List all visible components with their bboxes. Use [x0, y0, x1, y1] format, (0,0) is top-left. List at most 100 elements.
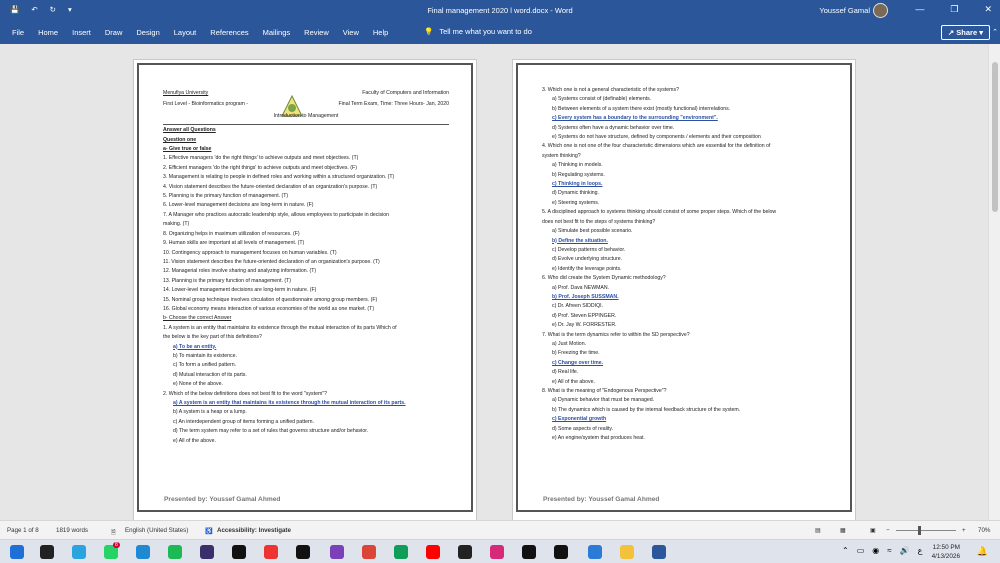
- zoom-in-icon[interactable]: +: [962, 527, 966, 534]
- text-line: 2. Which of the below definitions does n…: [163, 390, 328, 397]
- user-name[interactable]: Youssef Gamal: [819, 6, 870, 15]
- page-2: 3. Which one is not a general characteri…: [512, 59, 856, 521]
- wifi-icon[interactable]: ≈: [887, 546, 891, 555]
- print-layout-icon[interactable]: ▦: [840, 527, 846, 534]
- document-canvas[interactable]: Menufiya University Faculty of Computers …: [0, 44, 988, 521]
- web-layout-icon[interactable]: ▣: [870, 527, 876, 534]
- text-line: 7. What is the term dynamics refer to wi…: [542, 331, 690, 338]
- text-line: the below is the key part of this defini…: [163, 334, 262, 341]
- tab-layout[interactable]: Layout: [174, 28, 197, 37]
- search-icon[interactable]: [40, 545, 54, 559]
- word-icon[interactable]: [652, 545, 666, 559]
- text-line: c) An interdependent group of items form…: [173, 418, 315, 425]
- close-icon[interactable]: ✕: [984, 4, 992, 15]
- minimize-icon[interactable]: —: [915, 4, 924, 15]
- text-line: e) Steering systems.: [552, 199, 600, 206]
- capcut-icon[interactable]: [296, 545, 310, 559]
- taskbar: 8 ⌃ ▭ ◉ ≈ 🔊 ع 12:50 PM 4/13/2026 🔔: [0, 539, 1000, 563]
- faculty-name: Faculty of Computers and Information: [362, 90, 449, 96]
- text-line: a) Thinking in models.: [552, 162, 603, 169]
- title-bar: 💾 ↶ ↻ ▾ Final management 2020 l word.doc…: [0, 0, 1000, 22]
- level-text: First Level - Bioinformatics program -: [163, 101, 249, 108]
- zoom-slider[interactable]: [896, 530, 956, 531]
- zoom-out-icon[interactable]: −: [886, 527, 890, 534]
- instagram-icon[interactable]: [490, 545, 504, 559]
- tiktok-icon[interactable]: [522, 545, 536, 559]
- text-line: c) Exponential growth: [552, 416, 607, 423]
- tab-draw[interactable]: Draw: [105, 28, 123, 37]
- page-1: Menufiya University Faculty of Computers …: [133, 59, 477, 521]
- battery-icon[interactable]: ▭: [857, 546, 865, 555]
- ribbon-collapse-icon[interactable]: ⌃: [992, 28, 998, 36]
- avatar[interactable]: [873, 3, 888, 18]
- vertical-scrollbar[interactable]: [988, 44, 1000, 520]
- proofing-icon[interactable]: 🗎: [111, 527, 116, 538]
- text-line: 16. Global economy means interaction of …: [163, 305, 375, 312]
- text-line: d) Mutual interaction of its parts.: [173, 371, 247, 378]
- tell-me-input[interactable]: Tell me what you want to do: [439, 27, 532, 36]
- file-explorer-icon[interactable]: [620, 545, 634, 559]
- lightbulb-icon[interactable]: 💡: [424, 27, 433, 36]
- word-count[interactable]: 1819 words: [56, 527, 88, 534]
- windows-start-icon[interactable]: [10, 545, 24, 559]
- vscode-icon[interactable]: [136, 545, 150, 559]
- tab-file[interactable]: File: [12, 28, 24, 37]
- text-line: e) Identify the leverage points.: [552, 265, 622, 272]
- text-line: b) The dynamics which is caused by the i…: [552, 406, 741, 413]
- text-line: 7. A Manager who practices autocratic le…: [163, 211, 390, 218]
- text-line: a) To be an entity.: [173, 343, 217, 350]
- tab-insert[interactable]: Insert: [72, 28, 91, 37]
- intellij-icon[interactable]: [264, 545, 278, 559]
- page-count[interactable]: Page 1 of 8: [7, 527, 39, 534]
- network-icon[interactable]: ◉: [872, 546, 879, 555]
- text-line: b) Prof. Joseph SUSSMAN.: [552, 293, 619, 300]
- text-line: b) Between elements of a system there ex…: [552, 105, 731, 112]
- page-footer: Presented by: Youssef Gamal Ahmed: [164, 496, 281, 503]
- pycharm-icon[interactable]: [232, 545, 246, 559]
- telegram-icon[interactable]: [72, 545, 86, 559]
- zoom-level[interactable]: 70%: [978, 527, 990, 534]
- text-line: a) Dynamic behavior that must be managed…: [552, 397, 655, 404]
- clock[interactable]: 12:50 PM 4/13/2026: [932, 543, 960, 561]
- chrome-profile-icon[interactable]: [394, 545, 408, 559]
- text-line: c) Every system has a boundary to the su…: [552, 115, 718, 122]
- text-line: a) Systems consist of (definable) elemen…: [552, 96, 652, 103]
- text-line: 14. Lower-level management decisions are…: [163, 287, 317, 294]
- language[interactable]: English (United States): [125, 527, 188, 534]
- notification-bell-icon[interactable]: 🔔: [977, 546, 988, 557]
- app-icon[interactable]: [200, 545, 214, 559]
- tab-references[interactable]: References: [210, 28, 248, 37]
- text-line: e) All of the above.: [173, 437, 216, 444]
- accessibility-icon[interactable]: ♿: [205, 527, 213, 535]
- keyboard-language-icon[interactable]: ع: [918, 546, 923, 555]
- spotify-icon[interactable]: [168, 545, 182, 559]
- chevron-up-icon[interactable]: ⌃: [842, 546, 849, 555]
- text-line: a- Give true or false: [163, 146, 212, 153]
- volume-icon[interactable]: 🔊: [900, 546, 910, 555]
- text-line: b) To maintain its existence.: [173, 352, 237, 359]
- course-title: Introduction to Management: [273, 112, 339, 119]
- read-mode-icon[interactable]: ▤: [815, 527, 821, 534]
- vpn-icon[interactable]: [588, 545, 602, 559]
- share-button[interactable]: ↗ Share ▾: [940, 25, 990, 40]
- tab-home[interactable]: Home: [38, 28, 58, 37]
- zoom-slider-thumb[interactable]: [918, 526, 921, 535]
- chrome-icon[interactable]: [362, 545, 376, 559]
- tab-design[interactable]: Design: [136, 28, 159, 37]
- text-line: 4. Vision statement describes the future…: [163, 183, 378, 190]
- text-line: 8. What is the meaning of "Endogenous Pe…: [542, 388, 667, 394]
- text-line: b) Define the situation.: [552, 237, 608, 244]
- text-line: c) Change over time.: [552, 359, 604, 366]
- youtube-icon[interactable]: [426, 545, 440, 559]
- tab-view[interactable]: View: [343, 28, 359, 37]
- chatgpt-icon[interactable]: [458, 545, 472, 559]
- tab-review[interactable]: Review: [304, 28, 329, 37]
- threads-icon[interactable]: [554, 545, 568, 559]
- visual-studio-icon[interactable]: [330, 545, 344, 559]
- tab-help[interactable]: Help: [373, 28, 388, 37]
- text-line: c) Develop patterns of behavior.: [552, 246, 626, 253]
- tab-mailings[interactable]: Mailings: [263, 28, 291, 37]
- text-line: a) Prof. Dava NEWMAN.: [552, 284, 610, 291]
- maximize-icon[interactable]: ❐: [950, 4, 958, 15]
- accessibility-status[interactable]: Accessibility: Investigate: [217, 527, 291, 534]
